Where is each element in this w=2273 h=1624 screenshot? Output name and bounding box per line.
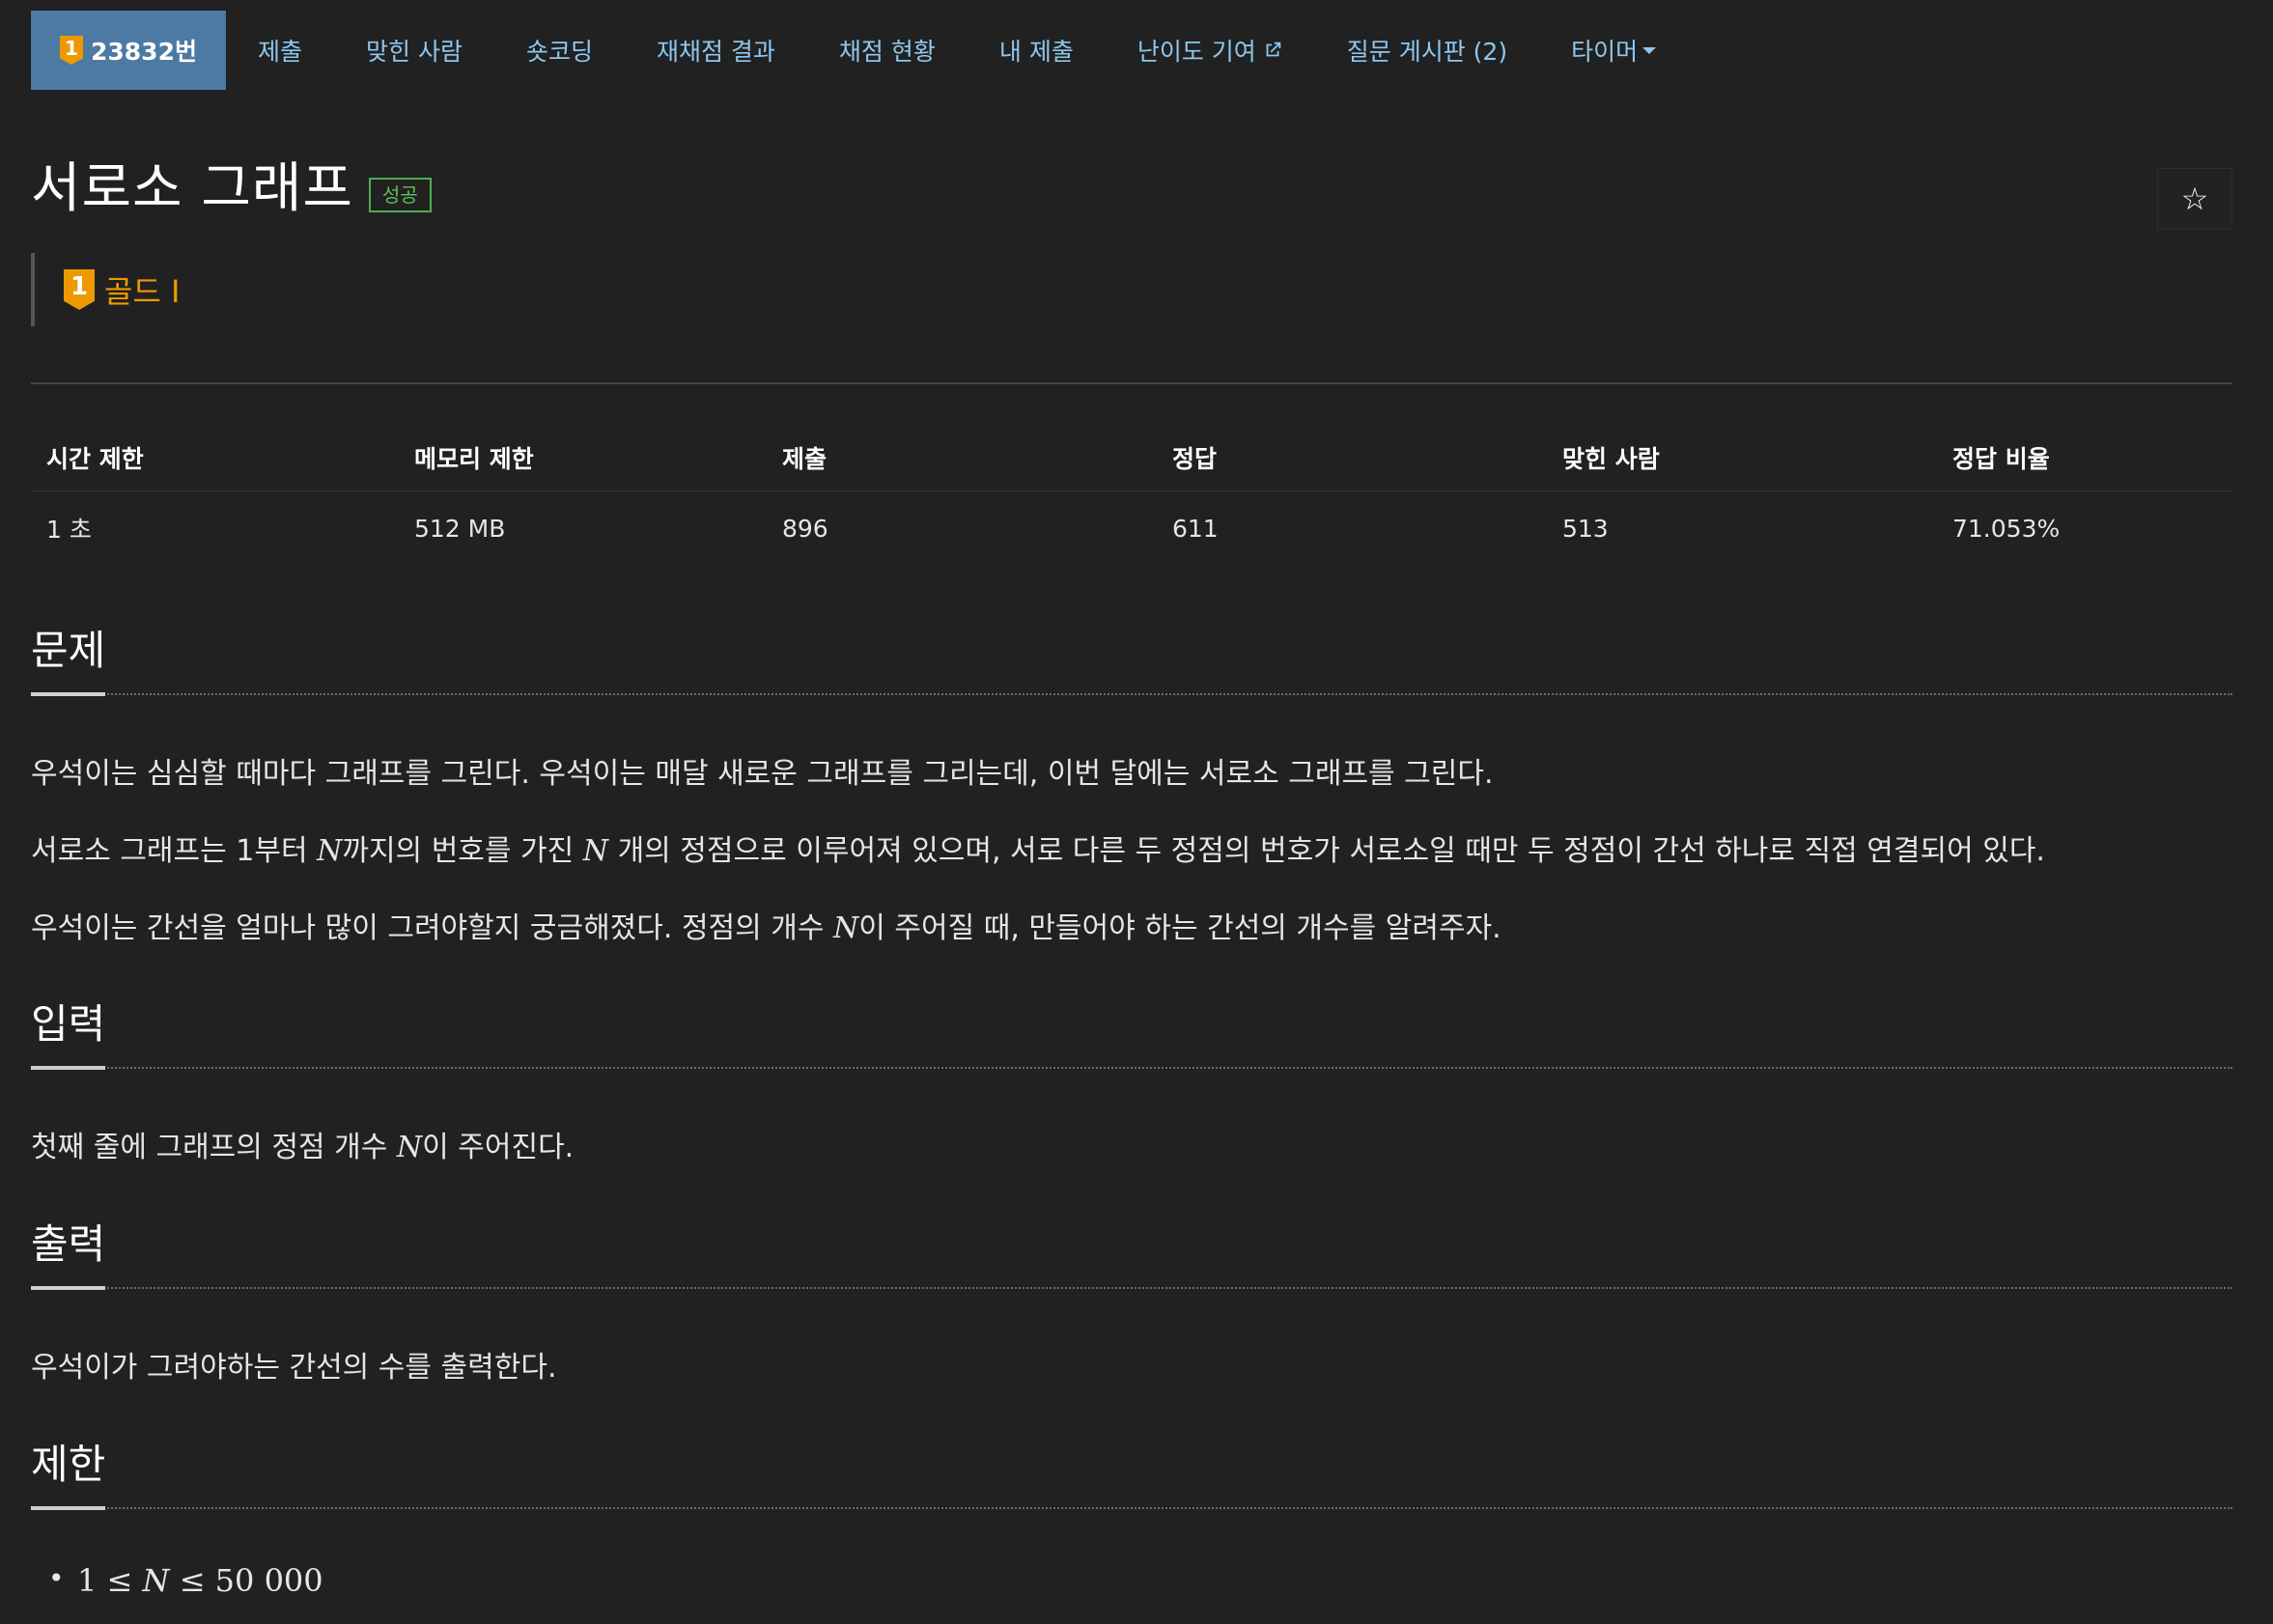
tab-qna-board[interactable]: 질문 게시판 (2) <box>1315 11 1539 90</box>
tab-rejudge-results[interactable]: 재채점 결과 <box>625 11 807 90</box>
value-accepted: 611 <box>1172 514 1219 543</box>
tab-solved-users[interactable]: 맞힌 사람 <box>334 11 494 90</box>
external-link-icon <box>1266 42 1281 57</box>
star-icon: ☆ <box>2180 181 2209 217</box>
section-divider <box>31 693 2232 695</box>
value-solved-users: 513 <box>1562 514 1609 543</box>
limit-list-item: 1 ≤ N ≤ 50 000 <box>48 1562 323 1599</box>
tab-difficulty-label: 난이도 기여 <box>1136 38 1256 66</box>
section-title-input: 입력 <box>31 992 106 1070</box>
section-title-output: 출력 <box>31 1212 106 1290</box>
problem-info-table: 시간 제한 메모리 제한 제출 정답 맞힌 사람 정답 비율 1 초 512 M… <box>31 425 2232 565</box>
value-time-limit: 1 초 <box>46 516 92 544</box>
section-output-header: 출력 <box>31 1212 2232 1290</box>
header-submissions: 제출 <box>782 445 828 473</box>
value-submissions: 896 <box>782 514 828 543</box>
value-memory-limit: 512 MB <box>414 514 506 543</box>
tier-block: 1 골드 I <box>31 253 181 326</box>
input-paragraph: 첫째 줄에 그래프의 정점 개수 N이 주어진다. <box>31 1131 575 1164</box>
tab-submit[interactable]: 제출 <box>226 11 334 90</box>
problem-paragraph-2: 서로소 그래프는 1부터 N까지의 번호를 가진 N 개의 정점으로 이루어져 … <box>31 834 2045 868</box>
table-header-row: 시간 제한 메모리 제한 제출 정답 맞힌 사람 정답 비율 <box>31 425 2232 491</box>
section-input-header: 입력 <box>31 992 2232 1070</box>
tab-difficulty-contribution[interactable]: 난이도 기여 <box>1106 11 1315 90</box>
section-divider <box>31 1067 2232 1069</box>
value-accept-ratio: 71.053% <box>1952 514 2061 543</box>
tab-problem[interactable]: 1 23832번 <box>31 11 226 90</box>
tab-timer-label: 타이머 <box>1571 38 1639 66</box>
tier-icon: 1 <box>60 36 83 65</box>
section-divider <box>31 1287 2232 1289</box>
tab-problem-label: 23832번 <box>91 38 197 66</box>
math-n: N <box>317 834 343 868</box>
section-limit-header: 제한 <box>31 1432 2232 1510</box>
problem-nav: 1 23832번 제출 맞힌 사람 숏코딩 재채점 결과 채점 현황 내 제출 … <box>31 11 1688 90</box>
output-paragraph: 우석이가 그려야하는 간선의 수를 출력한다. <box>31 1351 557 1385</box>
favorite-star-button[interactable]: ☆ <box>2157 168 2232 230</box>
header-accept-ratio: 정답 비율 <box>1952 445 2050 473</box>
header-solved-users: 맞힌 사람 <box>1562 445 1660 473</box>
section-title-problem: 문제 <box>31 618 106 696</box>
section-problem-header: 문제 <box>31 618 2232 696</box>
tier-icon: 1 <box>64 269 95 310</box>
problem-paragraph-3: 우석이는 간선을 얼마나 많이 그려야할지 궁금해졌다. 정점의 개수 N이 주… <box>31 911 1501 945</box>
math-n: N <box>396 1131 423 1164</box>
problem-header: 서로소 그래프 성공 <box>31 162 432 216</box>
table-row: 1 초 512 MB 896 611 513 71.053% <box>31 491 2232 565</box>
header-memory-limit: 메모리 제한 <box>414 445 534 473</box>
header-accepted: 정답 <box>1172 445 1218 473</box>
tab-judge-status[interactable]: 채점 현황 <box>807 11 968 90</box>
math-n: N <box>582 834 609 868</box>
status-badge: 성공 <box>368 178 432 212</box>
chevron-down-icon <box>1642 46 1657 54</box>
tier-label[interactable]: 골드 I <box>104 267 181 312</box>
math-n: N <box>833 911 859 945</box>
problem-paragraph-1: 우석이는 심심할 때마다 그래프를 그린다. 우석이는 매달 새로운 그래프를 … <box>31 757 1494 791</box>
section-divider <box>31 1507 2232 1509</box>
tab-my-submissions[interactable]: 내 제출 <box>968 11 1106 90</box>
header-time-limit: 시간 제한 <box>46 445 144 473</box>
divider <box>31 382 2232 384</box>
page-title: 서로소 그래프 <box>31 157 353 220</box>
section-title-limit: 제한 <box>31 1432 106 1510</box>
tab-short-coding[interactable]: 숏코딩 <box>494 11 625 90</box>
tab-timer-dropdown[interactable]: 타이머 <box>1539 11 1688 90</box>
